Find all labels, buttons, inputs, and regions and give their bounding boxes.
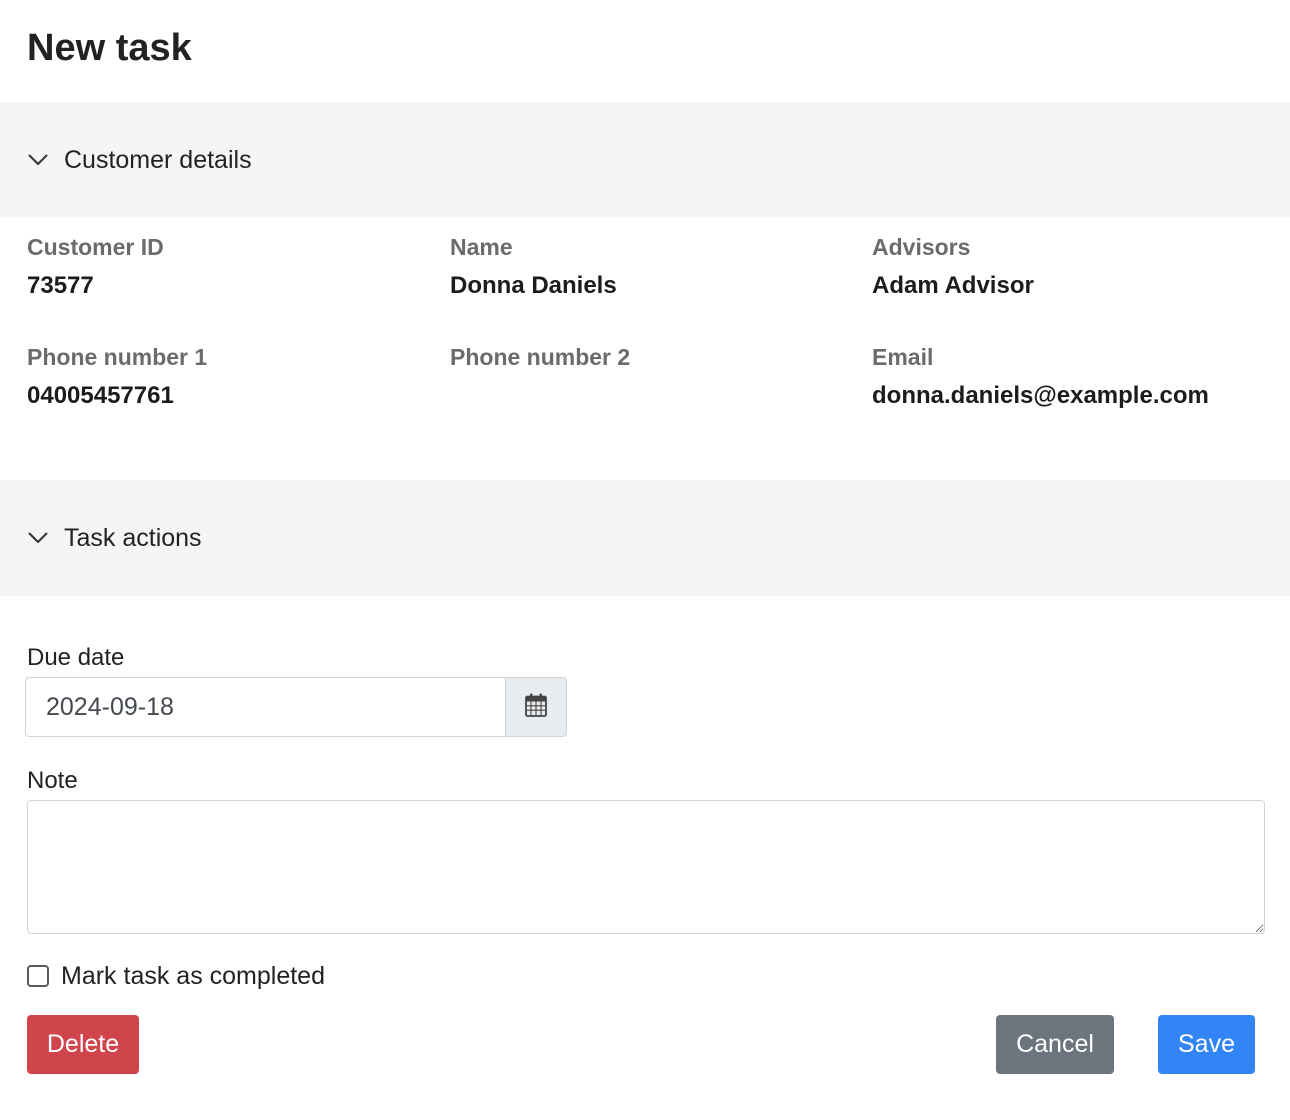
mark-completed-row[interactable]: Mark task as completed	[27, 960, 325, 992]
due-date-label: Due date	[27, 644, 125, 671]
due-date-input[interactable]	[25, 677, 505, 737]
field-label: Email	[872, 344, 934, 370]
customer-id-field: Customer ID 73577	[27, 232, 427, 301]
mark-completed-checkbox[interactable]	[27, 965, 49, 987]
field-value: Adam Advisor	[872, 272, 1034, 299]
field-value: donna.daniels@example.com	[872, 382, 1209, 409]
email-field: Email donna.daniels@example.com	[872, 342, 1272, 411]
note-label: Note	[27, 767, 78, 794]
phone-number-2-field: Phone number 2	[450, 342, 850, 381]
customer-details-header[interactable]: Customer details	[0, 102, 1290, 217]
chevron-down-icon	[27, 149, 49, 171]
mark-completed-label[interactable]: Mark task as completed	[61, 961, 325, 991]
page-title: New task	[27, 27, 192, 69]
field-label: Customer ID	[27, 234, 164, 260]
cancel-button[interactable]: Cancel	[996, 1015, 1114, 1074]
section-title: Task actions	[64, 524, 202, 552]
date-picker-button[interactable]	[505, 677, 567, 737]
advisors-field: Advisors Adam Advisor	[872, 232, 1272, 301]
phone-number-1-field: Phone number 1 04005457761	[27, 342, 427, 411]
save-button[interactable]: Save	[1158, 1015, 1255, 1074]
due-date-group	[25, 677, 567, 737]
name-field: Name Donna Daniels	[450, 232, 850, 301]
section-title: Customer details	[64, 145, 252, 174]
field-label: Phone number 1	[27, 344, 208, 370]
field-label: Name	[450, 234, 513, 260]
calendar-icon	[525, 693, 547, 722]
field-label: Advisors	[872, 234, 971, 260]
task-actions-header[interactable]: Task actions	[0, 480, 1290, 596]
field-value: 04005457761	[27, 382, 174, 409]
note-textarea[interactable]	[27, 800, 1265, 934]
field-value: 73577	[27, 272, 94, 299]
chevron-down-icon	[27, 527, 49, 549]
delete-button[interactable]: Delete	[27, 1015, 139, 1074]
field-label: Phone number 2	[450, 344, 631, 370]
field-value: Donna Daniels	[450, 272, 617, 299]
